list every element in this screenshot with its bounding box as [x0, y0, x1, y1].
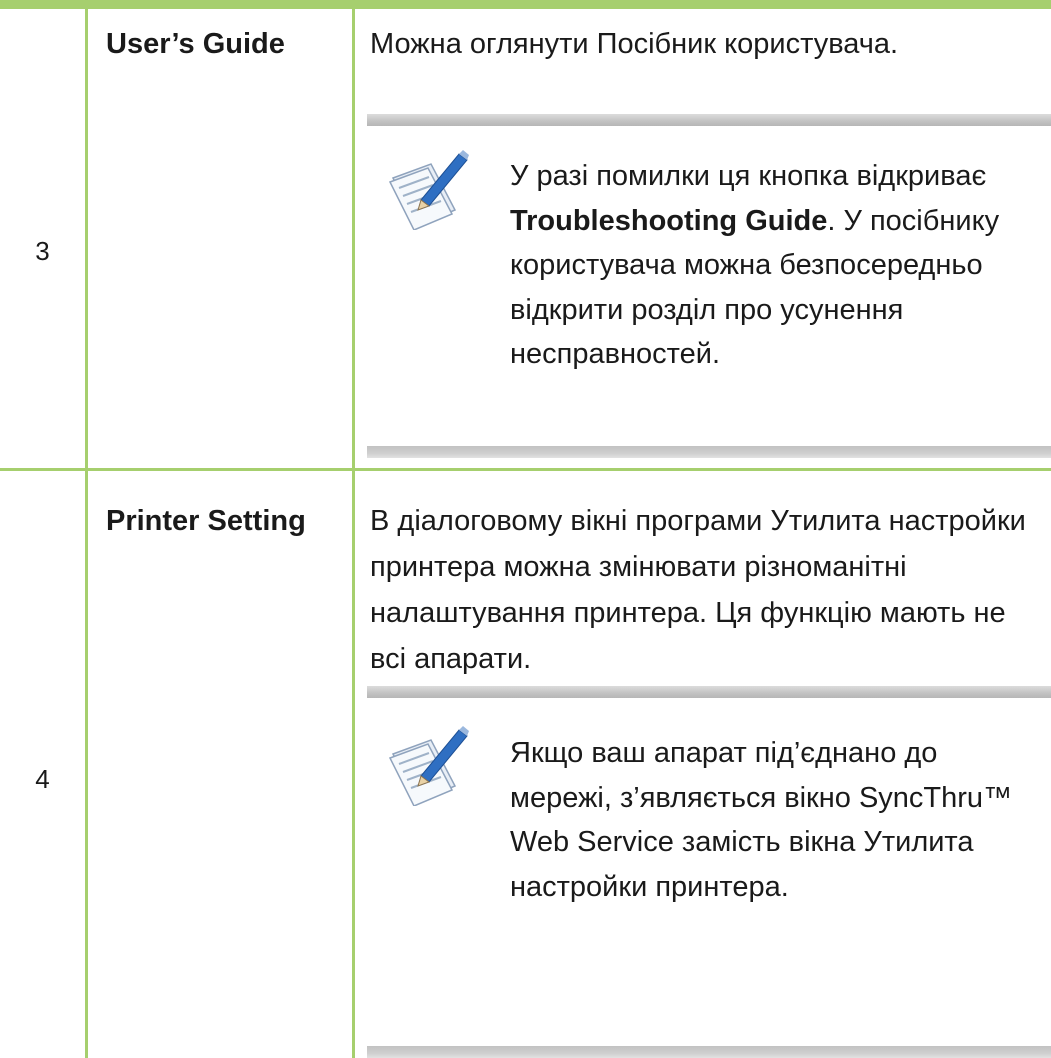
row-name: Printer Setting	[106, 505, 306, 537]
row-name: User’s Guide	[106, 28, 285, 60]
note-top-bar	[367, 686, 1051, 698]
note-text: Якщо ваш апарат під’єднано до мережі, з’…	[510, 737, 1013, 903]
note-pencil-icon	[388, 726, 469, 806]
note-top-bar	[367, 114, 1051, 126]
row-number: 3	[35, 236, 50, 266]
row-description: Можна оглянути Посібник користувача.	[370, 28, 899, 60]
note-pencil-icon	[388, 150, 469, 230]
note-bottom-bar	[367, 446, 1051, 458]
note-box: У разі помилки ця кнопка відкриває Troub…	[367, 114, 1051, 458]
note-text: У разі помилки ця кнопка відкриває Troub…	[510, 160, 1000, 370]
row-description: В діалоговому вікні програми Утилита нас…	[370, 505, 1026, 675]
note-bottom-bar	[367, 1046, 1051, 1058]
row-divider	[0, 468, 1051, 471]
row-number: 4	[35, 764, 50, 794]
table-top-border	[0, 0, 1051, 9]
column-divider	[352, 9, 355, 1058]
note-box: Якщо ваш апарат під’єднано до мережі, з’…	[367, 686, 1051, 1058]
